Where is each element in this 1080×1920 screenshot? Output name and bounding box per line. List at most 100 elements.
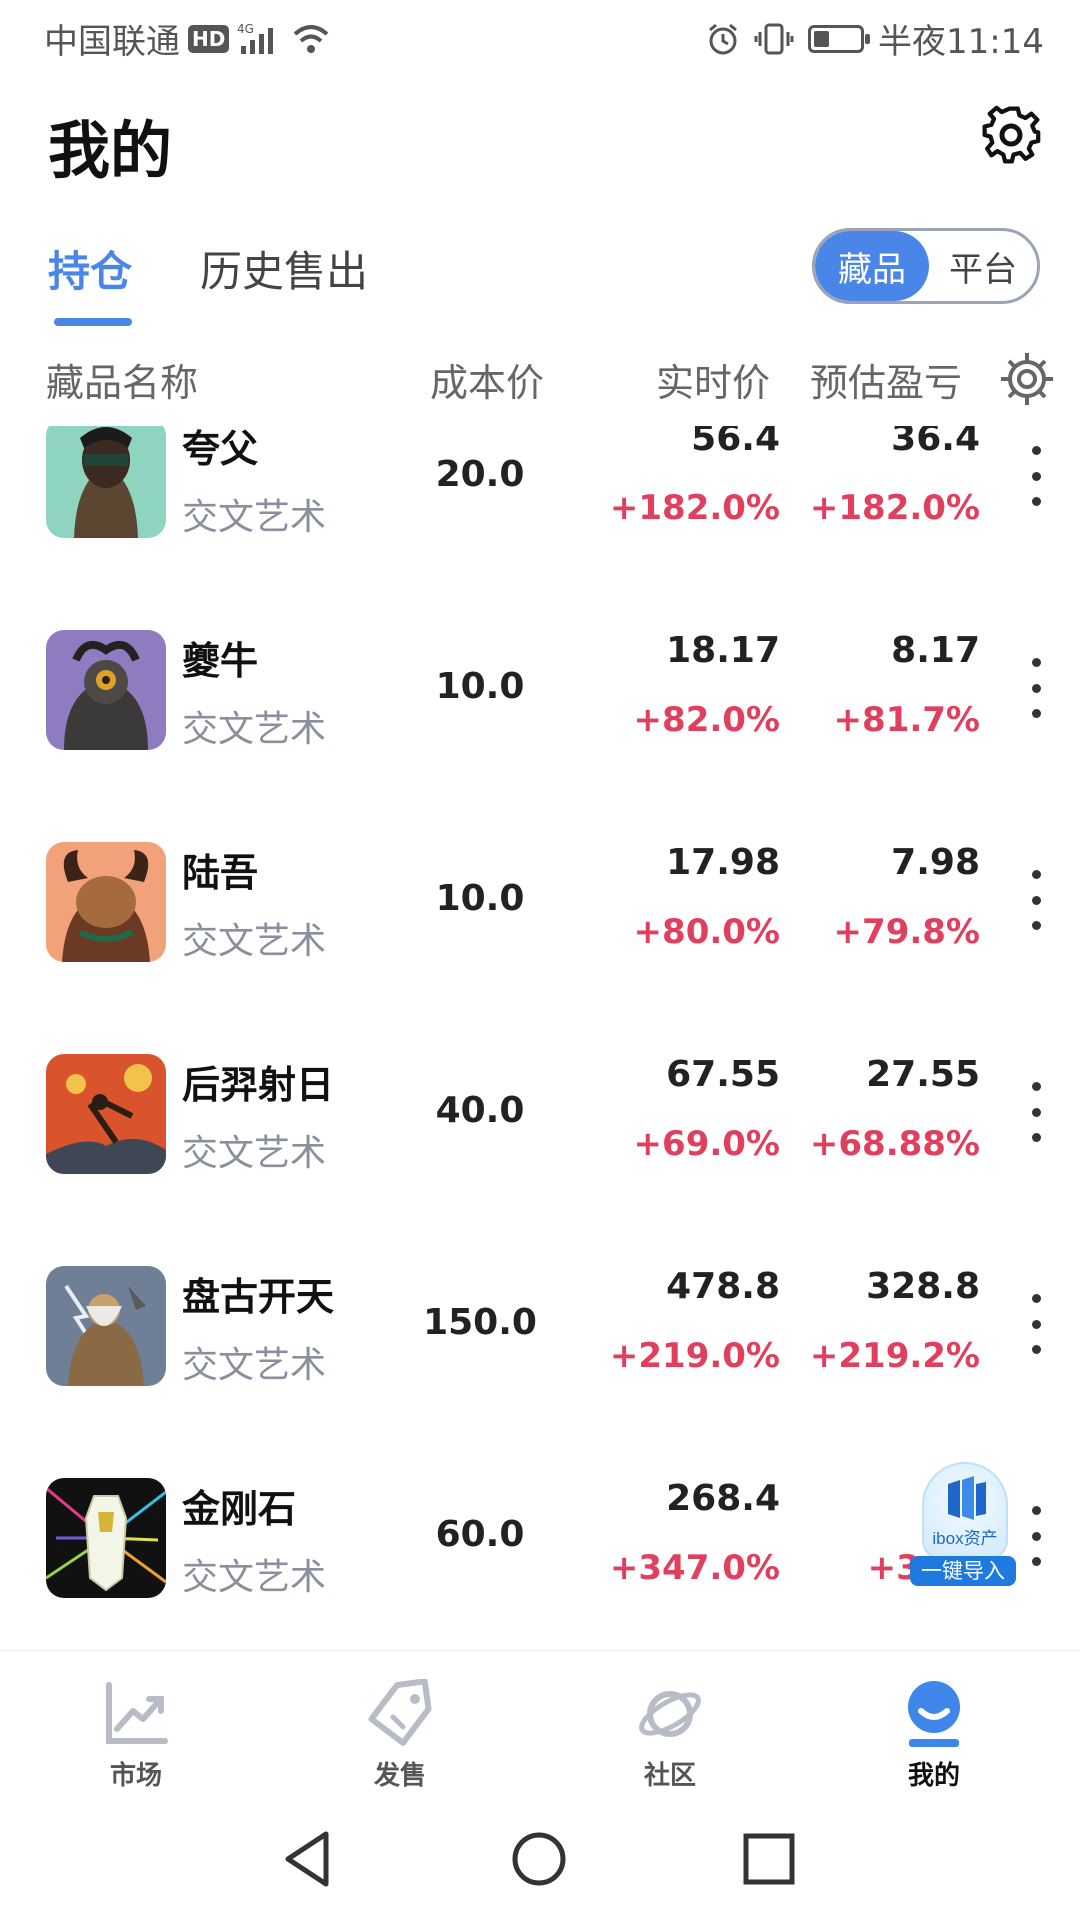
back-icon[interactable] — [274, 1824, 344, 1894]
item-name: 夔牛 — [182, 639, 259, 683]
item-name: 后羿射日 — [182, 1063, 335, 1107]
more-dot-icon — [1031, 1531, 1041, 1541]
list-item[interactable]: 后羿射日 交文艺术 40.0 67.55 +69.0% 27.55 +68.88… — [0, 1054, 1080, 1266]
list-item[interactable]: 夔牛 交文艺术 10.0 18.17 +82.0% 8.17 +81.7% — [0, 630, 1080, 842]
more-dot-icon — [1031, 1133, 1041, 1142]
nav-label: 发售 — [373, 1761, 426, 1791]
home-icon[interactable] — [504, 1824, 574, 1894]
more-dot-icon — [1031, 895, 1041, 905]
item-live-change: +347.0% — [609, 1548, 780, 1588]
item-cost: 10.0 — [435, 666, 525, 707]
item-pnl: 7.98 — [891, 842, 980, 883]
item-cost: 40.0 — [435, 1090, 525, 1131]
more-dot-icon — [1031, 1319, 1041, 1329]
item-category: 交文艺术 — [182, 709, 327, 750]
more-options-button[interactable] — [1022, 1506, 1050, 1566]
item-live-price: 67.55 — [666, 1054, 780, 1095]
nav-market[interactable]: 市场 — [66, 1679, 206, 1791]
item-name: 盘古开天 — [182, 1275, 335, 1319]
item-live-price: 17.98 — [666, 842, 780, 883]
one-click-import-label: 一键导入 — [910, 1556, 1016, 1586]
item-thumbnail — [46, 1478, 166, 1598]
one-click-import-button[interactable]: ibox资产 一键导入 — [910, 1462, 1016, 1586]
network-type: 4G — [237, 22, 254, 36]
item-live-change: +182.0% — [609, 488, 780, 528]
status-left: 中国联通 HD 4G — [44, 14, 331, 63]
item-live-change: +219.0% — [609, 1336, 780, 1376]
column-header-live-price: 实时价 — [656, 361, 771, 405]
more-dot-icon — [1031, 683, 1041, 693]
column-header-name: 藏品名称 — [46, 361, 199, 405]
tag-icon — [368, 1679, 432, 1746]
column-settings-button[interactable] — [998, 350, 1056, 408]
wifi-icon — [294, 24, 329, 53]
item-cost: 20.0 — [435, 454, 525, 495]
item-cost: 150.0 — [423, 1302, 537, 1343]
item-live-change: +69.0% — [633, 1124, 780, 1164]
tab-history-sold[interactable]: 历史售出 — [200, 238, 368, 299]
status-bar: 中国联通 HD 4G 半夜11:14 — [0, 0, 1080, 76]
nav-community[interactable]: 社区 — [600, 1679, 740, 1791]
item-cost: 10.0 — [435, 878, 525, 919]
more-options-button[interactable] — [1022, 1082, 1050, 1142]
item-category: 交文艺术 — [182, 1345, 327, 1386]
more-dot-icon — [1031, 1082, 1041, 1091]
item-category: 交文艺术 — [182, 1557, 327, 1598]
item-live-change: +80.0% — [633, 912, 780, 952]
more-dot-icon — [1031, 709, 1041, 718]
item-pnl-change: +68.88% — [809, 1124, 980, 1164]
item-live-price: 56.4 — [691, 426, 780, 459]
planet-icon — [639, 1691, 701, 1737]
alarm-icon — [709, 23, 737, 54]
more-dot-icon — [1031, 870, 1041, 879]
smiley-profile-icon — [908, 1681, 960, 1747]
column-header-cost: 成本价 — [430, 361, 545, 405]
more-options-button[interactable] — [1022, 1294, 1050, 1354]
more-options-button[interactable] — [1022, 658, 1050, 718]
settings-button[interactable] — [978, 102, 1044, 168]
item-pnl: 8.17 — [891, 630, 980, 671]
nav-profile[interactable]: 我的 — [864, 1679, 1004, 1791]
item-thumbnail — [46, 1266, 166, 1386]
item-live-price: 268.4 — [666, 1478, 780, 1519]
item-name: 夸父 — [182, 427, 259, 471]
ibox-brand-text: ibox资产 — [932, 1529, 998, 1548]
clock: 半夜11:14 — [878, 22, 1044, 62]
toggle-collectibles[interactable]: 藏品 — [815, 231, 929, 301]
item-live-price: 18.17 — [666, 630, 780, 671]
more-dot-icon — [1031, 471, 1041, 481]
list-item[interactable]: 盘古开天 交文艺术 150.0 478.8 +219.0% 328.8 +219… — [0, 1266, 1080, 1478]
list-item[interactable]: 陆吾 交文艺术 10.0 17.98 +80.0% 7.98 +79.8% — [0, 842, 1080, 1054]
ibox-logo-icon — [948, 1476, 986, 1520]
more-options-button[interactable] — [1022, 870, 1050, 930]
tab-holdings[interactable]: 持仓 — [48, 238, 132, 299]
gear-icon — [982, 105, 1041, 164]
more-dot-icon — [1031, 1557, 1041, 1566]
item-pnl: 36.4 — [891, 426, 980, 459]
toggle-platform[interactable]: 平台 — [929, 231, 1037, 301]
nav-release[interactable]: 发售 — [330, 1679, 470, 1791]
more-dot-icon — [1031, 1506, 1041, 1515]
more-dot-icon — [1031, 921, 1041, 930]
more-dot-icon — [1031, 1294, 1041, 1303]
item-live-price: 478.8 — [666, 1266, 780, 1307]
gear-outline-icon — [1001, 353, 1053, 405]
item-pnl-change: +219.2% — [809, 1336, 980, 1376]
vibrate-icon — [754, 23, 794, 54]
bottom-nav: 市场 发售 社区 我的 — [0, 1650, 1080, 1800]
item-category: 交文艺术 — [182, 921, 327, 962]
view-toggle: 藏品 平台 — [812, 228, 1040, 304]
item-pnl: 27.55 — [866, 1054, 980, 1095]
list-item[interactable]: 夸父 交文艺术 20.0 56.4 +182.0% 36.4 +182.0% — [0, 426, 1080, 630]
nav-label: 我的 — [907, 1761, 960, 1791]
system-navigation-bar — [0, 1800, 1080, 1920]
more-dot-icon — [1031, 497, 1041, 506]
more-options-button[interactable] — [1022, 446, 1050, 506]
carrier-name: 中国联通 — [44, 22, 180, 62]
item-category: 交文艺术 — [182, 1133, 327, 1174]
item-thumbnail — [46, 842, 166, 962]
nav-label: 社区 — [643, 1761, 696, 1791]
battery-icon — [808, 24, 871, 53]
page-title: 我的 — [48, 114, 173, 187]
recents-icon[interactable] — [734, 1824, 804, 1894]
